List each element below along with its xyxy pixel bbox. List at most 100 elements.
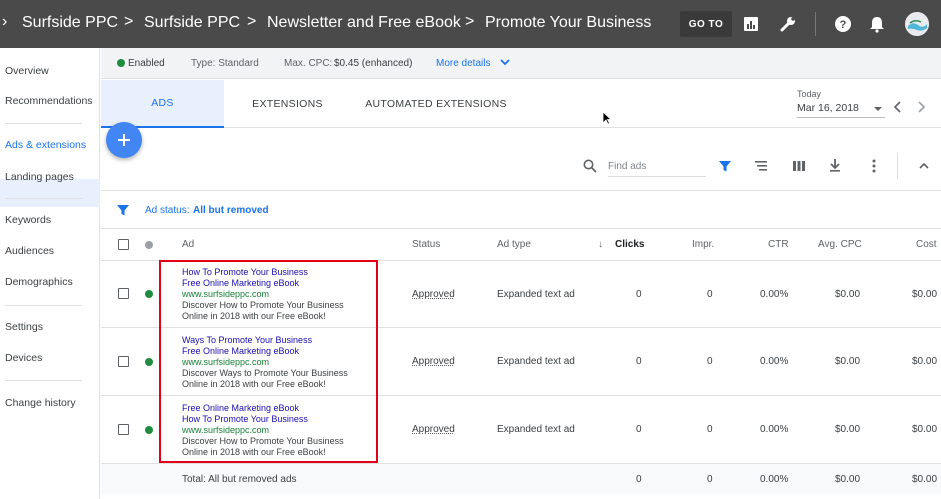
row-checkbox[interactable] [118,424,129,435]
breadcrumb-current[interactable]: Promote Your Business [485,14,651,32]
row-checkbox[interactable] [118,356,129,367]
enabled-status-dot [145,290,153,298]
ad-group-status-bar: Enabled Type: Standard Max. CPC: $0.45 (… [101,48,941,79]
total-label: Total: All but removed ads [182,474,297,485]
sidebar-active-highlight [0,179,100,207]
sidebar-item-demographics[interactable]: Demographics [5,276,73,288]
sidebar-item-change-history[interactable]: Change history [5,397,76,409]
breadcrumb-ad-group[interactable]: Newsletter and Free eBook [267,14,461,32]
toolbar-divider [897,153,898,179]
notifications-bell-icon[interactable] [867,14,887,34]
total-ctr: 0.00% [760,474,789,485]
dropdown-arrow-icon[interactable] [873,104,883,116]
clicks-value: 0 [636,289,642,300]
tab-bar: ADS EXTENSIONS AUTOMATED EXTENSIONS Toda… [101,80,941,128]
status-type: Type: Standard [191,58,259,69]
tools-wrench-icon[interactable] [778,14,798,34]
ctr-value: 0.00% [760,424,789,435]
chevron-down-icon[interactable] [499,56,511,71]
ad-status[interactable]: Approved [412,356,455,367]
total-row: Total: All but removed ads 0 0 0.00% $0.… [101,464,941,494]
help-icon[interactable]: ? [833,14,853,34]
sort-arrow-down-icon: ↓ [598,239,603,250]
sidebar-item-landing-pages[interactable]: Landing pages [5,171,74,183]
row-checkbox[interactable] [118,288,129,299]
tab-ads[interactable]: ADS [101,80,224,128]
column-header-ad-type[interactable]: Ad type [497,239,531,250]
sidebar-item-audiences[interactable]: Audiences [5,245,54,257]
find-ads-input[interactable]: Find ads [608,161,706,177]
sidebar-item-ads-extensions[interactable]: Ads & extensions [5,139,86,151]
goto-button[interactable]: GO TO [680,11,732,37]
chevron-right-icon[interactable] [915,100,927,117]
ad-status[interactable]: Approved [412,424,455,435]
enabled-status-dot [145,426,153,434]
sidebar-item-recommendations[interactable]: Recommendations [5,95,93,107]
columns-icon[interactable] [790,157,808,175]
column-header-avg-cpc[interactable]: Avg. CPC [818,239,862,250]
impr-value: 0 [707,289,713,300]
impr-value: 0 [707,356,713,367]
ads-table: Find ads Ad status: All but removed Ad S… [101,141,941,499]
column-header-cost[interactable]: Cost [916,239,937,250]
date-range-value[interactable]: Mar 16, 2018 [797,102,885,118]
row-divider [101,228,941,229]
ad-status[interactable]: Approved [412,289,455,300]
total-impr: 0 [707,474,713,485]
total-cost: $0.00 [912,474,938,485]
sidebar-divider [5,380,82,381]
sidebar-divider [5,123,82,124]
sidebar-divider [5,305,82,306]
total-avg-cpc: $0.00 [835,474,861,485]
svg-text:?: ? [840,19,847,31]
chevron-right-icon: > [465,13,475,30]
tab-automated-extensions[interactable]: AUTOMATED EXTENSIONS [351,80,521,128]
ads-highlight-box [159,260,378,463]
ad-type: Expanded text ad [497,424,575,435]
filter-value[interactable]: All but removed [193,205,269,216]
filter-icon[interactable] [116,203,130,220]
top-bar: › Surfside PPC > Surfside PPC > Newslett… [0,0,941,48]
cost-value: $0.00 [912,424,938,435]
column-header-ctr[interactable]: CTR [768,239,789,250]
clicks-value: 0 [636,424,642,435]
download-icon[interactable] [826,156,844,174]
enabled-status-dot [145,358,153,366]
column-header-ad[interactable]: Ad [182,239,194,250]
avg-cpc-value: $0.00 [835,424,861,435]
ctr-value: 0.00% [760,356,789,367]
filter-icon[interactable] [716,157,734,175]
filter-label[interactable]: Ad status: [145,205,189,216]
status-cpc-value[interactable]: $0.45 (enhanced) [334,58,412,69]
breadcrumb-campaign[interactable]: Surfside PPC [144,14,240,32]
clicks-value: 0 [636,356,642,367]
sidebar-item-keywords[interactable]: Keywords [5,214,51,226]
cost-value: $0.00 [912,356,938,367]
more-vert-icon[interactable] [865,157,883,175]
column-header-impr[interactable]: Impr. [692,239,714,250]
total-clicks: 0 [636,474,642,485]
account-avatar[interactable] [905,12,929,36]
ctr-value: 0.00% [760,289,789,300]
reports-icon[interactable] [741,14,761,34]
topbar-divider [815,12,816,36]
collapse-chevron-up-icon[interactable] [915,157,933,175]
sidebar-item-devices[interactable]: Devices [5,352,42,364]
chevron-right-icon: › [2,13,8,30]
select-all-checkbox[interactable] [118,239,129,250]
column-header-clicks[interactable]: Clicks [615,239,644,250]
more-details-link[interactable]: More details [436,58,490,69]
sidebar-item-overview[interactable]: Overview [5,65,49,77]
status-enabled[interactable]: Enabled [128,58,165,69]
segment-icon[interactable] [752,157,770,175]
sidebar-divider [5,198,82,199]
sidebar-item-settings[interactable]: Settings [5,321,43,333]
tab-extensions[interactable]: EXTENSIONS [225,80,350,128]
add-ad-button[interactable] [106,122,142,158]
chevron-left-icon[interactable] [892,100,904,117]
breadcrumb-account[interactable]: Surfside PPC [22,14,118,32]
search-icon[interactable] [581,157,599,175]
sidebar: Overview Recommendations Ads & extension… [0,48,100,499]
status-cpc-label: Max. CPC: [284,58,333,69]
column-header-status[interactable]: Status [412,239,440,250]
